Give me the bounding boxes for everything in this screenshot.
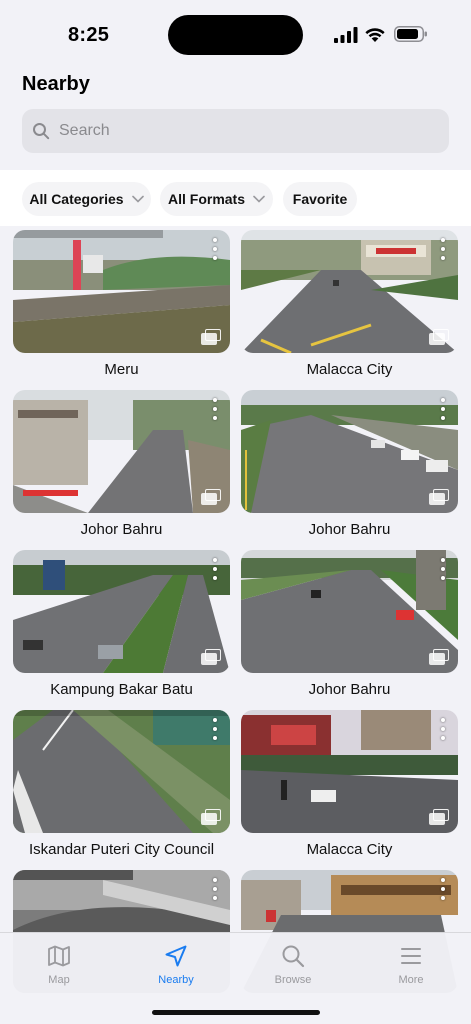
camera-image <box>13 390 230 513</box>
camera-thumbnail[interactable] <box>13 230 230 353</box>
camera-thumbnail[interactable] <box>241 390 458 513</box>
camera-name: Johor Bahru <box>308 521 391 538</box>
camera-card[interactable]: Johor Bahru <box>241 550 458 698</box>
gallery-stack-icon <box>201 329 221 345</box>
gallery-stack-icon <box>201 649 221 665</box>
dynamic-island <box>168 15 303 55</box>
chevron-down-icon <box>131 195 144 203</box>
camera-name: Meru <box>104 361 139 378</box>
tab-label: More <box>398 974 424 986</box>
page-title: Nearby <box>22 73 90 95</box>
more-options-icon[interactable] <box>212 718 218 740</box>
camera-card[interactable]: Johor Bahru <box>241 390 458 538</box>
camera-thumbnail[interactable] <box>13 550 230 673</box>
camera-card[interactable]: Meru <box>13 230 230 378</box>
camera-card[interactable]: Johor Bahru <box>13 390 230 538</box>
camera-thumbnail[interactable] <box>241 550 458 673</box>
gallery-stack-icon <box>429 489 449 505</box>
camera-image <box>13 230 230 353</box>
camera-name: Iskandar Puteri City Council <box>28 841 215 858</box>
tab-browse[interactable]: Browse <box>253 943 333 986</box>
gallery-stack-icon <box>201 809 221 825</box>
format-filter-chip[interactable]: All Formats <box>160 182 273 216</box>
status-time: 8:25 <box>68 24 110 46</box>
camera-card[interactable]: Iskandar Puteri City Council <box>13 710 230 858</box>
more-options-icon[interactable] <box>440 878 446 900</box>
camera-image <box>241 710 458 833</box>
map-icon <box>48 945 70 967</box>
more-options-icon[interactable] <box>212 398 218 420</box>
tab-nearby[interactable]: Nearby <box>136 943 216 986</box>
camera-name: Johor Bahru <box>80 521 163 538</box>
camera-card[interactable]: Kampung Bakar Batu <box>13 550 230 698</box>
more-options-icon[interactable] <box>212 238 218 260</box>
camera-image <box>241 550 458 673</box>
category-filter-chip[interactable]: All Categories <box>22 182 151 216</box>
more-options-icon[interactable] <box>212 878 218 900</box>
camera-image <box>13 710 230 833</box>
gallery-stack-icon <box>429 329 449 345</box>
tab-more[interactable]: More <box>371 943 451 986</box>
camera-thumbnail[interactable] <box>241 230 458 353</box>
home-indicator <box>152 1010 320 1015</box>
tab-label: Nearby <box>158 974 194 986</box>
more-options-icon[interactable] <box>212 558 218 580</box>
gallery-stack-icon <box>201 489 221 505</box>
camera-thumbnail[interactable] <box>13 710 230 833</box>
tab-label: Map <box>48 974 70 986</box>
wifi-icon <box>365 28 385 42</box>
search-field[interactable]: Search <box>22 109 449 153</box>
search-placeholder: Search <box>59 122 110 139</box>
cellular-signal-icon <box>334 27 358 43</box>
more-options-icon[interactable] <box>440 558 446 580</box>
search-icon <box>282 945 305 968</box>
status-bar: 8:25 <box>0 0 471 70</box>
gallery-stack-icon <box>429 809 449 825</box>
camera-name: Johor Bahru <box>308 681 391 698</box>
favorite-filter-label: Favorite <box>292 191 348 207</box>
favorite-filter-chip[interactable]: Favorite <box>283 182 357 216</box>
gallery-stack-icon <box>429 649 449 665</box>
more-options-icon[interactable] <box>440 398 446 420</box>
tab-label: Browse <box>274 974 312 986</box>
menu-icon <box>401 948 421 964</box>
camera-card[interactable]: Malacca City <box>241 710 458 858</box>
search-icon <box>33 123 50 140</box>
camera-image <box>13 550 230 673</box>
format-filter-label: All Formats <box>167 191 245 207</box>
camera-image <box>241 230 458 353</box>
camera-thumbnail[interactable] <box>13 390 230 513</box>
more-options-icon[interactable] <box>440 238 446 260</box>
camera-thumbnail[interactable] <box>241 710 458 833</box>
battery-icon <box>394 26 427 42</box>
more-options-icon[interactable] <box>440 718 446 740</box>
chevron-down-icon <box>253 195 265 203</box>
camera-image <box>241 390 458 513</box>
camera-name: Kampung Bakar Batu <box>50 681 193 698</box>
camera-name: Malacca City <box>306 841 393 858</box>
camera-name: Malacca City <box>306 361 393 378</box>
tab-map[interactable]: Map <box>19 943 99 986</box>
camera-card[interactable]: Malacca City <box>241 230 458 378</box>
location-arrow-icon <box>165 945 187 967</box>
category-filter-label: All Categories <box>29 191 124 207</box>
